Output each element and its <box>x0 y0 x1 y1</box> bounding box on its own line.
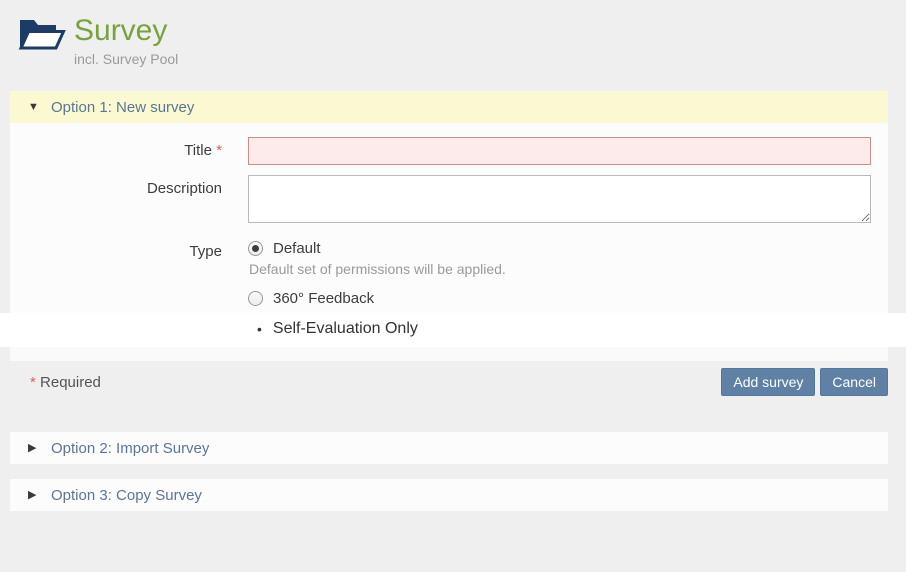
page-title: Survey <box>74 14 178 48</box>
required-note: * Required <box>30 374 101 391</box>
title-input[interactable] <box>248 137 871 165</box>
triangle-down-icon: ▼ <box>28 102 42 113</box>
open-folder-icon <box>18 14 66 54</box>
radio-selected-icon[interactable] <box>248 241 263 256</box>
panel-footer-strip <box>10 347 888 361</box>
bullet-icon: • <box>257 321 262 337</box>
title-field-wrap <box>248 137 871 165</box>
self-evaluation-only-label: Self-Evaluation Only <box>273 320 418 338</box>
radio-option-360-feedback[interactable]: 360° Feedback <box>248 290 871 307</box>
title-row: Title * <box>10 137 888 165</box>
page-header: Survey incl. Survey Pool <box>0 0 906 67</box>
button-group: Add survey Cancel <box>721 368 888 396</box>
self-evaluation-only-item[interactable]: • Self-Evaluation Only <box>0 313 906 347</box>
default-helper-text: Default set of permissions will be appli… <box>249 261 871 277</box>
survey-page: Survey incl. Survey Pool ▼ Option 1: New… <box>0 0 906 572</box>
description-row: Description <box>10 175 888 228</box>
type-row: Type Default Default set of permissions … <box>10 238 888 313</box>
description-field-wrap <box>248 175 871 228</box>
header-text: Survey incl. Survey Pool <box>74 14 178 67</box>
accordion-option3-label: Option 3: Copy Survey <box>51 487 202 504</box>
radio-unselected-icon[interactable] <box>248 291 263 306</box>
description-label: Description <box>10 175 235 197</box>
add-survey-button[interactable]: Add survey <box>721 368 815 396</box>
description-textarea[interactable] <box>248 175 871 223</box>
title-label: Title * <box>10 137 235 159</box>
page-subtitle: incl. Survey Pool <box>74 51 178 67</box>
radio-option-default[interactable]: Default <box>248 240 871 257</box>
type-label: Type <box>10 238 235 260</box>
accordion-option2-label: Option 2: Import Survey <box>51 440 209 457</box>
required-asterisk: * <box>216 142 222 159</box>
required-asterisk: * <box>30 374 36 391</box>
type-options: Default Default set of permissions will … <box>248 240 871 313</box>
triangle-right-icon: ▶ <box>28 490 42 501</box>
accordion-option1-new-survey[interactable]: ▼ Option 1: New survey <box>10 91 888 123</box>
cancel-button[interactable]: Cancel <box>820 368 888 396</box>
accordion-option1-label: Option 1: New survey <box>51 99 194 116</box>
form-actions-row: * Required Add survey Cancel <box>10 368 888 396</box>
accordion-option2-import-survey[interactable]: ▶ Option 2: Import Survey <box>10 432 888 464</box>
triangle-right-icon: ▶ <box>28 443 42 454</box>
radio-default-label: Default <box>273 240 321 257</box>
radio-360-feedback-label: 360° Feedback <box>273 290 374 307</box>
new-survey-form: Title * Description Type Default Default… <box>10 123 888 347</box>
accordion-option3-copy-survey[interactable]: ▶ Option 3: Copy Survey <box>10 479 888 511</box>
